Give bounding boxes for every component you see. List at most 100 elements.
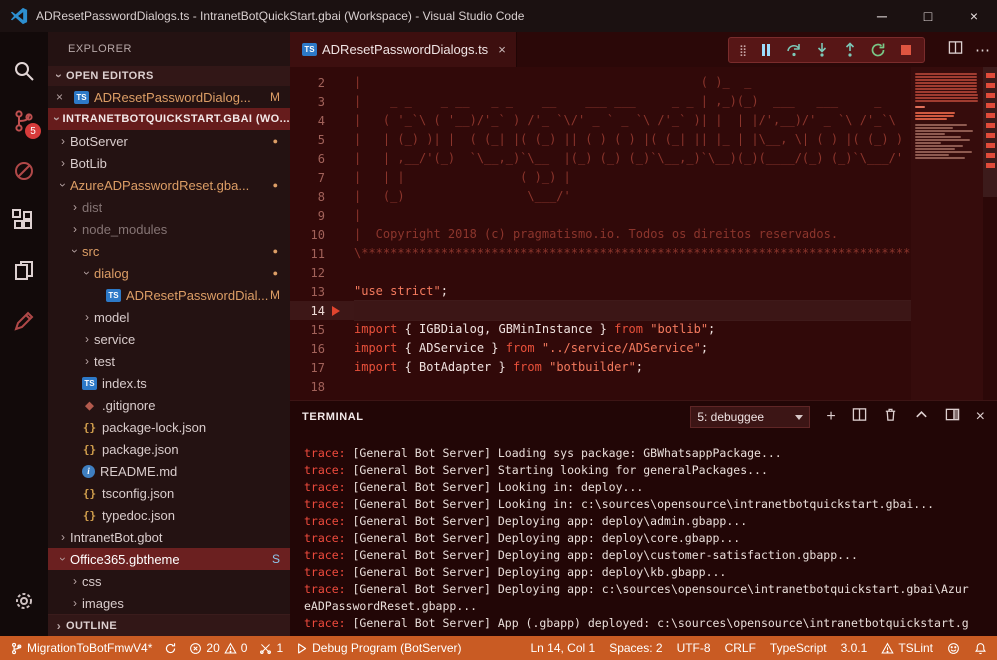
- language-item[interactable]: TypeScript: [770, 641, 827, 655]
- gutter-row[interactable]: 8: [290, 187, 354, 206]
- tree-item-images[interactable]: images: [48, 592, 290, 614]
- code-line-12[interactable]: [354, 263, 997, 282]
- tree-item-dist[interactable]: dist: [48, 196, 290, 218]
- code-line-11[interactable]: \***************************************…: [354, 244, 997, 263]
- split-editor-icon[interactable]: [948, 40, 963, 60]
- step-over-button[interactable]: [786, 42, 802, 58]
- settings-gear-icon[interactable]: [0, 576, 48, 626]
- minimap[interactable]: [911, 67, 983, 400]
- ts-version-item[interactable]: 3.0.1: [841, 641, 868, 655]
- overview-ruler[interactable]: [983, 67, 997, 400]
- code-line-4[interactable]: | ( '_`\ ( '__)/'_` ) /'_ `\/' _ ` _ `\ …: [354, 111, 997, 130]
- gutter-row[interactable]: 6: [290, 149, 354, 168]
- close-panel-icon[interactable]: ×: [976, 408, 985, 426]
- code-line-17[interactable]: import { BotAdapter } from "botbuilder";: [354, 358, 997, 377]
- open-editor-item[interactable]: × TS ADResetPasswordDialog... M: [48, 86, 290, 108]
- extensions-icon[interactable]: [0, 196, 48, 246]
- code-line-15[interactable]: import { IGBDialog, GBMinInstance } from…: [354, 320, 997, 339]
- feedback-smiley-item[interactable]: [947, 642, 960, 655]
- gutter-row[interactable]: 18: [290, 377, 354, 396]
- tree-item-office365-gbtheme[interactable]: Office365.gbthemeS: [48, 548, 290, 570]
- code-line-2[interactable]: | ( )_ _ |: [354, 73, 997, 92]
- code-line-7[interactable]: | | | ( )_) | |: [354, 168, 997, 187]
- gutter-row[interactable]: 7: [290, 168, 354, 187]
- tab-close-icon[interactable]: ×: [498, 42, 506, 57]
- gutter-row[interactable]: 15: [290, 320, 354, 339]
- more-actions-icon[interactable]: ⋯: [975, 41, 991, 59]
- code-lines[interactable]: | ( )_ _ || _ _ _ __ _ _ __ ___ ___ _ _ …: [354, 67, 997, 400]
- gutter-row[interactable]: 17: [290, 358, 354, 377]
- indentation-item[interactable]: Spaces: 2: [609, 641, 662, 655]
- tree-item-adresetpassworddial-[interactable]: TSADResetPasswordDial...M: [48, 284, 290, 306]
- gutter-row[interactable]: 16: [290, 339, 354, 358]
- minimize-button[interactable]: ─: [859, 0, 905, 32]
- code-line-18[interactable]: [354, 377, 997, 396]
- gutter-row[interactable]: 12: [290, 263, 354, 282]
- code-line-14[interactable]: [354, 301, 997, 320]
- panel-layout-icon[interactable]: [945, 407, 960, 427]
- tree-item-model[interactable]: model: [48, 306, 290, 328]
- terminal-output[interactable]: trace: [General Bot Server] Loading sys …: [290, 433, 997, 636]
- problems-item[interactable]: 20 0: [189, 641, 247, 655]
- tree-item-src[interactable]: src●: [48, 240, 290, 262]
- step-into-button[interactable]: [814, 42, 830, 58]
- pause-button[interactable]: [758, 42, 774, 58]
- misc-count-item[interactable]: 1: [259, 641, 283, 655]
- code-line-6[interactable]: | | ,__/'(_) `\__,_)`\__ |(_) (_) (_)`\_…: [354, 149, 997, 168]
- gutter-row[interactable]: 14: [290, 301, 354, 320]
- gutter-row[interactable]: 11: [290, 244, 354, 263]
- gutter-row[interactable]: 4: [290, 111, 354, 130]
- stop-button[interactable]: [898, 42, 914, 58]
- maximize-panel-icon[interactable]: [914, 407, 929, 427]
- split-terminal-icon[interactable]: [852, 407, 867, 427]
- tree-item-botserver[interactable]: BotServer●: [48, 130, 290, 152]
- tree-item-typedoc-json[interactable]: {}typedoc.json: [48, 504, 290, 526]
- sync-button[interactable]: [164, 642, 177, 655]
- gutter-row[interactable]: 3: [290, 92, 354, 111]
- outline-header[interactable]: OUTLINE: [48, 614, 290, 636]
- code-line-13[interactable]: "use strict";: [354, 282, 997, 301]
- terminal-select[interactable]: 5: debuggee: [690, 406, 810, 428]
- files-icon[interactable]: [0, 246, 48, 296]
- tree-item-readme-md[interactable]: iREADME.md: [48, 460, 290, 482]
- notifications-item[interactable]: [974, 642, 987, 655]
- gutter-row[interactable]: 13: [290, 282, 354, 301]
- restart-button[interactable]: [870, 42, 886, 58]
- debug-icon[interactable]: [0, 146, 48, 196]
- tree-item-index-ts[interactable]: TSindex.ts: [48, 372, 290, 394]
- encoding-item[interactable]: UTF-8: [677, 641, 711, 655]
- code-line-5[interactable]: | | (_) )| | ( (_| |( (_) || ( ) ( ) |( …: [354, 130, 997, 149]
- gutter-row[interactable]: 9: [290, 206, 354, 225]
- gutter-row[interactable]: 2: [290, 73, 354, 92]
- tree-item-css[interactable]: css: [48, 570, 290, 592]
- new-terminal-icon[interactable]: +: [826, 409, 835, 425]
- debug-program-item[interactable]: Debug Program (BotServer): [295, 641, 461, 655]
- close-button[interactable]: ×: [951, 0, 997, 32]
- code-line-10[interactable]: | Copyright 2018 (c) pragmatismo.io. Tod…: [354, 225, 997, 244]
- tslint-item[interactable]: TSLint: [881, 641, 933, 655]
- git-branch-item[interactable]: MigrationToBotFmwV4*: [10, 641, 152, 655]
- tree-item-node-modules[interactable]: node_modules: [48, 218, 290, 240]
- tree-item-service[interactable]: service: [48, 328, 290, 350]
- tree-item--gitignore[interactable]: ◆.gitignore: [48, 394, 290, 416]
- tree-item-package-json[interactable]: {}package.json: [48, 438, 290, 460]
- source-control-icon[interactable]: 5: [0, 96, 48, 146]
- code-line-16[interactable]: import { ADService } from "../service/AD…: [354, 339, 997, 358]
- tree-item-package-lock-json[interactable]: {}package-lock.json: [48, 416, 290, 438]
- cursor-position-item[interactable]: Ln 14, Col 1: [530, 641, 595, 655]
- tab-terminal[interactable]: TERMINAL: [302, 411, 364, 423]
- tree-item-azureadpasswordreset-gba-[interactable]: AzureADPasswordReset.gba...●: [48, 174, 290, 196]
- tree-item-test[interactable]: test: [48, 350, 290, 372]
- gutter-row[interactable]: 10: [290, 225, 354, 244]
- gutter-row[interactable]: 5: [290, 130, 354, 149]
- close-icon[interactable]: ×: [56, 90, 70, 104]
- trash-icon[interactable]: [883, 407, 898, 427]
- search-icon[interactable]: [0, 46, 48, 96]
- tree-item-dialog[interactable]: dialog●: [48, 262, 290, 284]
- tree-item-tsconfig-json[interactable]: {}tsconfig.json: [48, 482, 290, 504]
- step-out-button[interactable]: [842, 42, 858, 58]
- drag-grip-icon[interactable]: ⣿: [739, 44, 746, 57]
- workspace-header[interactable]: INTRANETBOTQUICKSTART.GBAI (WO...: [48, 108, 290, 130]
- eol-item[interactable]: CRLF: [725, 641, 756, 655]
- tree-item-botlib[interactable]: BotLib: [48, 152, 290, 174]
